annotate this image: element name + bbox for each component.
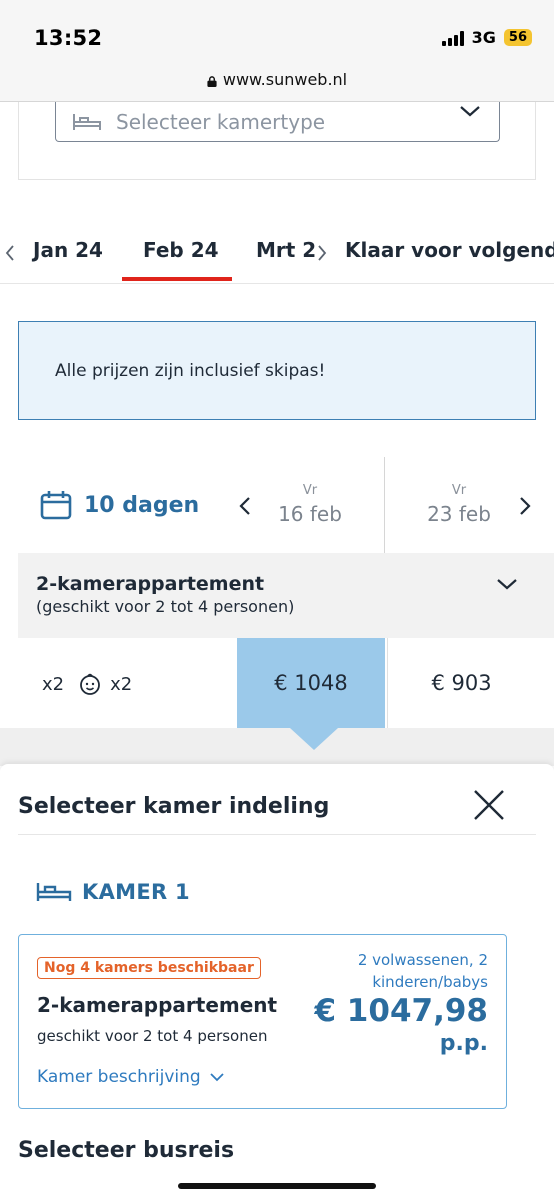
chevron-down-icon (460, 106, 480, 117)
status-bar: 13:52 3G 56 (0, 0, 554, 58)
price-cell-selected[interactable]: € 1048 (237, 638, 385, 728)
room-heading: KAMER 1 (36, 880, 190, 904)
url-text: www.sunweb.nl (222, 70, 348, 89)
home-indicator (178, 1183, 376, 1189)
adults-count: x2 (42, 673, 65, 695)
room-type-card: Selecteer kamertype (18, 102, 536, 180)
chevron-down-icon (497, 579, 517, 590)
battery-icon: 56 (503, 29, 532, 46)
chevron-down-icon (210, 1073, 224, 1082)
bed-icon (73, 113, 101, 130)
next-date-arrow-icon[interactable] (518, 496, 532, 516)
tab-klaar-voor-volgend-seizoen[interactable]: Klaar voor volgend s (345, 238, 554, 262)
price-other: € 903 (431, 671, 492, 695)
backdrop (0, 728, 554, 766)
price-row: x2 x2 € 1048 € 903 (18, 638, 554, 728)
tab-jan-24[interactable]: Jan 24 (33, 238, 103, 262)
option-persons-line1: 2 volwassenen, 2 (357, 951, 488, 969)
date-weekday: Vr (451, 483, 467, 498)
date-column-23-feb[interactable]: Vr 23 feb (385, 483, 533, 526)
tab-feb-24[interactable]: Feb 24 (143, 238, 219, 262)
sheet-title: Selecteer kamer indeling (18, 794, 330, 819)
status-indicators: 3G 56 (441, 28, 532, 47)
room-label: KAMER 1 (82, 880, 190, 904)
room-type-select[interactable]: Selecteer kamertype (55, 102, 500, 142)
duration-label: 10 dagen (84, 492, 200, 518)
bed-icon (36, 883, 72, 901)
date-weekday: Vr (302, 483, 318, 498)
info-banner: Alle prijzen zijn inclusief skipas! (18, 321, 536, 420)
date-column-16-feb[interactable]: Vr 16 feb (236, 483, 384, 526)
children-count: x2 (110, 673, 133, 695)
chevron-left-icon[interactable] (4, 244, 16, 262)
lock-icon (207, 76, 217, 87)
selection-pointer (290, 728, 338, 750)
status-time: 13:52 (34, 26, 103, 50)
category-title: 2-kamerappartement (36, 573, 265, 595)
option-subtitle: geschikt voor 2 tot 4 personen (37, 1027, 268, 1045)
sheet-divider (18, 834, 536, 835)
close-icon[interactable] (472, 788, 506, 822)
price-selected: € 1048 (274, 671, 348, 695)
room-description-link[interactable]: Kamer beschrijving (37, 1067, 225, 1087)
month-tabs: Jan 24 Feb 24 Mrt 2 Klaar voor volgend s (0, 218, 554, 284)
option-title: 2-kamerappartement (37, 993, 278, 1017)
active-tab-indicator (122, 277, 232, 281)
category-subtitle: (geschikt voor 2 tot 4 personen) (36, 597, 295, 616)
option-persons-line2: kinderen/babys (372, 973, 488, 991)
address-bar[interactable]: www.sunweb.nl (0, 58, 554, 102)
room-description-label: Kamer beschrijving (37, 1067, 201, 1087)
date-day: 16 feb (278, 502, 342, 526)
option-persons: 2 volwassenen, 2 kinderen/babys (328, 949, 488, 993)
info-text: Alle prijzen zijn inclusief skipas! (55, 360, 326, 381)
chevron-right-icon[interactable] (316, 244, 328, 262)
price-cell-23-feb[interactable]: € 903 (387, 638, 535, 728)
option-price: € 1047,98 (314, 993, 488, 1029)
room-type-placeholder: Selecteer kamertype (116, 109, 326, 134)
room-layout-sheet: Selecteer kamer indeling KAMER 1 Nog 4 k… (0, 764, 554, 1200)
option-price-unit: p.p. (439, 1031, 488, 1056)
room-category-row[interactable]: 2-kamerappartement (geschikt voor 2 tot … (18, 553, 554, 638)
network-type: 3G (471, 28, 496, 47)
calendar-icon (40, 491, 72, 520)
date-day: 23 feb (427, 502, 491, 526)
availability-badge: Nog 4 kamers beschikbaar (37, 957, 261, 979)
child-face-icon (80, 673, 101, 695)
room-option-card[interactable]: Nog 4 kamers beschikbaar 2-kamerappartem… (18, 934, 507, 1109)
duration-selector[interactable]: 10 dagen (40, 490, 199, 520)
signal-icon (441, 30, 464, 46)
bus-section-title: Selecteer busreis (18, 1138, 235, 1163)
tab-mrt-24[interactable]: Mrt 2 (256, 238, 316, 262)
persons-summary: x2 x2 (42, 672, 132, 696)
tab-mrt-label: Mrt 2 (256, 238, 317, 262)
